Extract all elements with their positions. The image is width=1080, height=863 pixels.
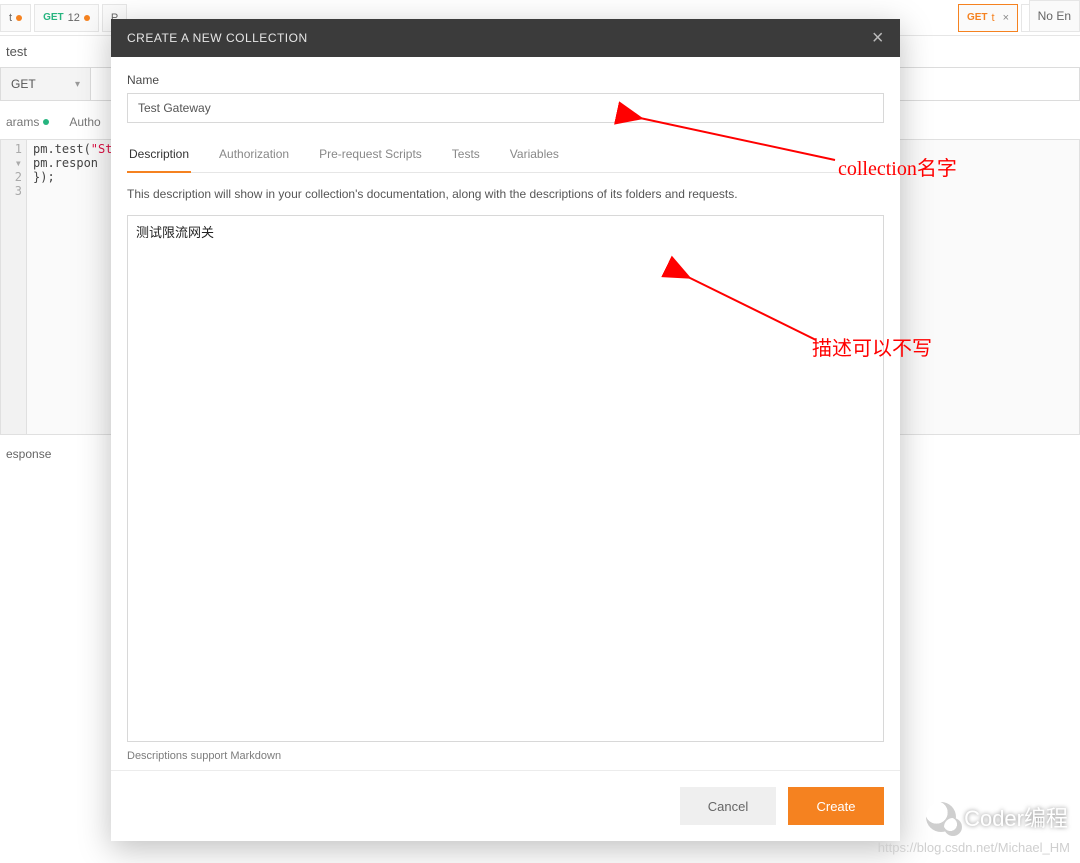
close-icon[interactable]: ×: [872, 28, 884, 48]
tab-tests[interactable]: Tests: [450, 139, 482, 172]
modal-header: CREATE A NEW COLLECTION ×: [111, 19, 900, 57]
modal-backdrop: CREATE A NEW COLLECTION × Name Descripti…: [0, 0, 1080, 863]
watermark-url: https://blog.csdn.net/Michael_HM: [878, 840, 1070, 855]
tab-prerequest-scripts[interactable]: Pre-request Scripts: [317, 139, 424, 172]
description-textarea[interactable]: [127, 215, 884, 742]
create-button[interactable]: Create: [788, 787, 884, 825]
wechat-icon: [926, 802, 956, 832]
modal-body: Name Description Authorization Pre-reque…: [111, 57, 900, 770]
modal-title: CREATE A NEW COLLECTION: [127, 31, 308, 45]
tab-variables[interactable]: Variables: [508, 139, 561, 172]
name-label: Name: [127, 73, 884, 87]
tab-description[interactable]: Description: [127, 139, 191, 173]
watermark-brand: Coder编程: [964, 801, 1068, 833]
collection-name-input[interactable]: [127, 93, 884, 123]
watermark-logo: Coder编程: [926, 801, 1068, 833]
create-collection-modal: CREATE A NEW COLLECTION × Name Descripti…: [111, 19, 900, 841]
modal-tabs: Description Authorization Pre-request Sc…: [127, 139, 884, 173]
modal-footer: Cancel Create: [111, 770, 900, 841]
markdown-hint: Descriptions support Markdown: [127, 750, 884, 762]
tab-authorization[interactable]: Authorization: [217, 139, 291, 172]
cancel-button[interactable]: Cancel: [680, 787, 776, 825]
description-hint: This description will show in your colle…: [127, 187, 884, 201]
